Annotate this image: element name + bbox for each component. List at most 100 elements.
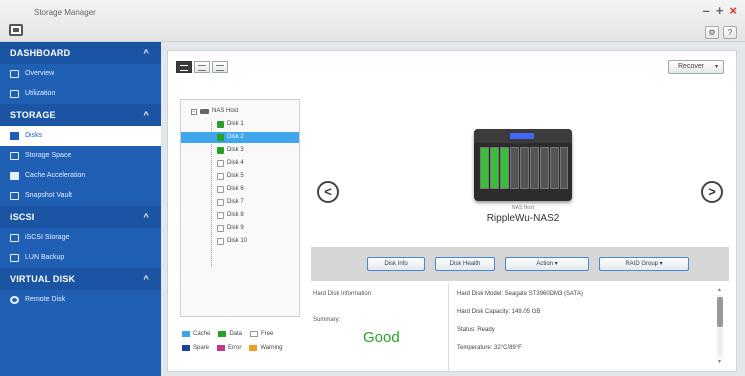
nas-top-panel (474, 129, 572, 143)
sidebar-item-storage-space[interactable]: Storage Space (0, 146, 161, 166)
main-area: Recover ▾ − NAS Host Disk 1 Disk 2 Disk … (161, 42, 745, 376)
window-controls: – + × (703, 4, 737, 18)
tree-node-disk[interactable]: Disk 6 (217, 184, 244, 195)
small-icon-view-button[interactable] (194, 61, 210, 73)
tree-node-disk[interactable]: Disk 5 (217, 171, 244, 182)
sidebar-item-label: Utilization (25, 90, 56, 97)
lcd-display (510, 133, 534, 139)
legend-swatch (182, 345, 190, 351)
disk-data-icon (217, 147, 224, 154)
disk-health-button[interactable]: Disk Health (435, 257, 495, 271)
scroll-down-icon[interactable]: ▼ (717, 359, 722, 365)
sidebar-item-disks[interactable]: Disks (0, 126, 161, 146)
sidebar-item-overview[interactable]: Overview (0, 64, 161, 84)
collapse-icon[interactable]: ^ (144, 104, 149, 126)
tree-node-label: Disk 9 (227, 225, 244, 231)
sidebar-item-label: Disks (25, 132, 43, 139)
disk-temperature: Temperature: 32°C/89°F (457, 345, 522, 351)
sidebar-item-utilization[interactable]: Utilization (0, 84, 161, 104)
disk-bay[interactable] (520, 147, 529, 189)
disk-free-icon (217, 238, 224, 245)
disk-free-icon (217, 199, 224, 206)
sidebar-item-snapshot-vault[interactable]: Snapshot Vault (0, 186, 161, 206)
sidebar-item-remote-disk[interactable]: Remote Disk (0, 290, 161, 310)
recover-dropdown[interactable]: Recover ▾ (668, 60, 724, 74)
tree-node-disk[interactable]: Disk 8 (217, 210, 244, 221)
tree-node-disk[interactable]: Disk 10 (217, 236, 247, 247)
collapse-icon[interactable]: ^ (144, 268, 149, 290)
sidebar-item-iscsi-storage[interactable]: iSCSI Storage (0, 228, 161, 248)
disk-info-panel: Hard Disk Information Summary: Good Hard… (311, 283, 729, 371)
settings-icon[interactable]: ⚙ (705, 26, 719, 39)
maximize-button[interactable]: + (716, 4, 724, 18)
storage-manager-icon (9, 24, 23, 36)
previous-device-button[interactable]: < (317, 181, 339, 203)
summary-status: Good (363, 329, 400, 346)
tree-node-label: Disk 6 (227, 186, 244, 192)
info-scrollbar[interactable]: ▲ ▼ (717, 287, 723, 367)
snapshot-icon (10, 192, 19, 200)
tree-node-label: Disk 7 (227, 199, 244, 205)
raid-group-button[interactable]: RAID Group ▾ (599, 257, 689, 271)
legend-swatch (217, 345, 226, 351)
disk-model: Hard Disk Model: Seagate ST3960DM3 (SATA… (457, 291, 583, 297)
disk-bay[interactable] (510, 147, 519, 189)
tree-node-label: Disk 5 (227, 173, 244, 179)
next-device-button[interactable]: > (701, 181, 723, 203)
tree-node-disk[interactable]: Disk 3 (217, 145, 244, 156)
collapse-icon[interactable]: ^ (144, 42, 149, 64)
action-button[interactable]: Action ▾ (505, 257, 589, 271)
tree-node-disk[interactable]: Disk 1 (217, 119, 244, 130)
action-bar: Disk Info Disk Health Action ▾ RAID Grou… (311, 247, 729, 281)
sidebar-item-label: Snapshot Vault (25, 192, 72, 199)
close-button[interactable]: × (729, 4, 737, 18)
nas-device-image (474, 129, 572, 201)
expander-icon[interactable]: − (191, 108, 197, 115)
disk-capacity: Hard Disk Capacity: 149.05 GB (457, 309, 541, 315)
tree-node-disk-selected[interactable]: Disk 2 (181, 132, 299, 143)
recover-label: Recover (678, 63, 705, 70)
disk-bay[interactable] (540, 147, 549, 189)
sidebar-item-label: Overview (25, 70, 55, 77)
minimize-button[interactable]: – (703, 4, 710, 18)
scroll-thumb[interactable] (717, 297, 723, 327)
tree-node-disk[interactable]: Disk 4 (217, 158, 244, 169)
disk-free-icon (217, 212, 224, 219)
tree-node-label: Disk 10 (227, 238, 248, 244)
section-virtual-disk[interactable]: VIRTUAL DISK ^ (0, 268, 161, 290)
section-storage[interactable]: STORAGE ^ (0, 104, 161, 126)
tree-node-label: Disk 1 (227, 121, 244, 127)
disk-status: Status: Ready (457, 327, 495, 333)
disk-bay[interactable] (480, 147, 489, 189)
legend-item: Spare (182, 345, 209, 351)
large-icon-view-button[interactable] (176, 61, 192, 73)
sidebar-item-cache-acceleration[interactable]: Cache Acceleration (0, 166, 161, 186)
list-view-button[interactable] (212, 61, 228, 73)
legend-label: Warning (260, 345, 283, 351)
help-icon[interactable]: ? (723, 26, 737, 39)
disks-panel: Recover ▾ − NAS Host Disk 1 Disk 2 Disk … (167, 50, 737, 372)
section-dashboard[interactable]: DASHBOARD ^ (0, 42, 161, 64)
disk-legend: Cache Data Free Spare Error Warning (182, 331, 312, 359)
sidebar-item-lun-backup[interactable]: LUN Backup (0, 248, 161, 268)
disk-bay[interactable] (550, 147, 559, 189)
legend-item: Error (217, 345, 241, 351)
disk-bay[interactable] (560, 147, 568, 189)
disk-info-button[interactable]: Disk Info (367, 257, 425, 271)
tree-node-disk[interactable]: Disk 9 (217, 223, 244, 234)
disk-bay[interactable] (530, 147, 539, 189)
collapse-icon[interactable]: ^ (144, 206, 149, 228)
scroll-up-icon[interactable]: ▲ (717, 287, 722, 293)
section-label: DASHBOARD (10, 48, 71, 58)
disk-bay[interactable] (500, 147, 509, 189)
section-iscsi[interactable]: iSCSI ^ (0, 206, 161, 228)
legend-label: Spare (193, 345, 210, 351)
section-label: STORAGE (10, 110, 56, 120)
tree-node-nas-host[interactable]: − NAS Host (191, 106, 238, 117)
iscsi-icon (10, 234, 19, 242)
disk-bay[interactable] (490, 147, 499, 189)
legend-swatch (250, 331, 259, 337)
summary-label: Summary: (313, 317, 341, 323)
legend-item: Cache (182, 331, 210, 337)
tree-node-disk[interactable]: Disk 7 (217, 197, 244, 208)
